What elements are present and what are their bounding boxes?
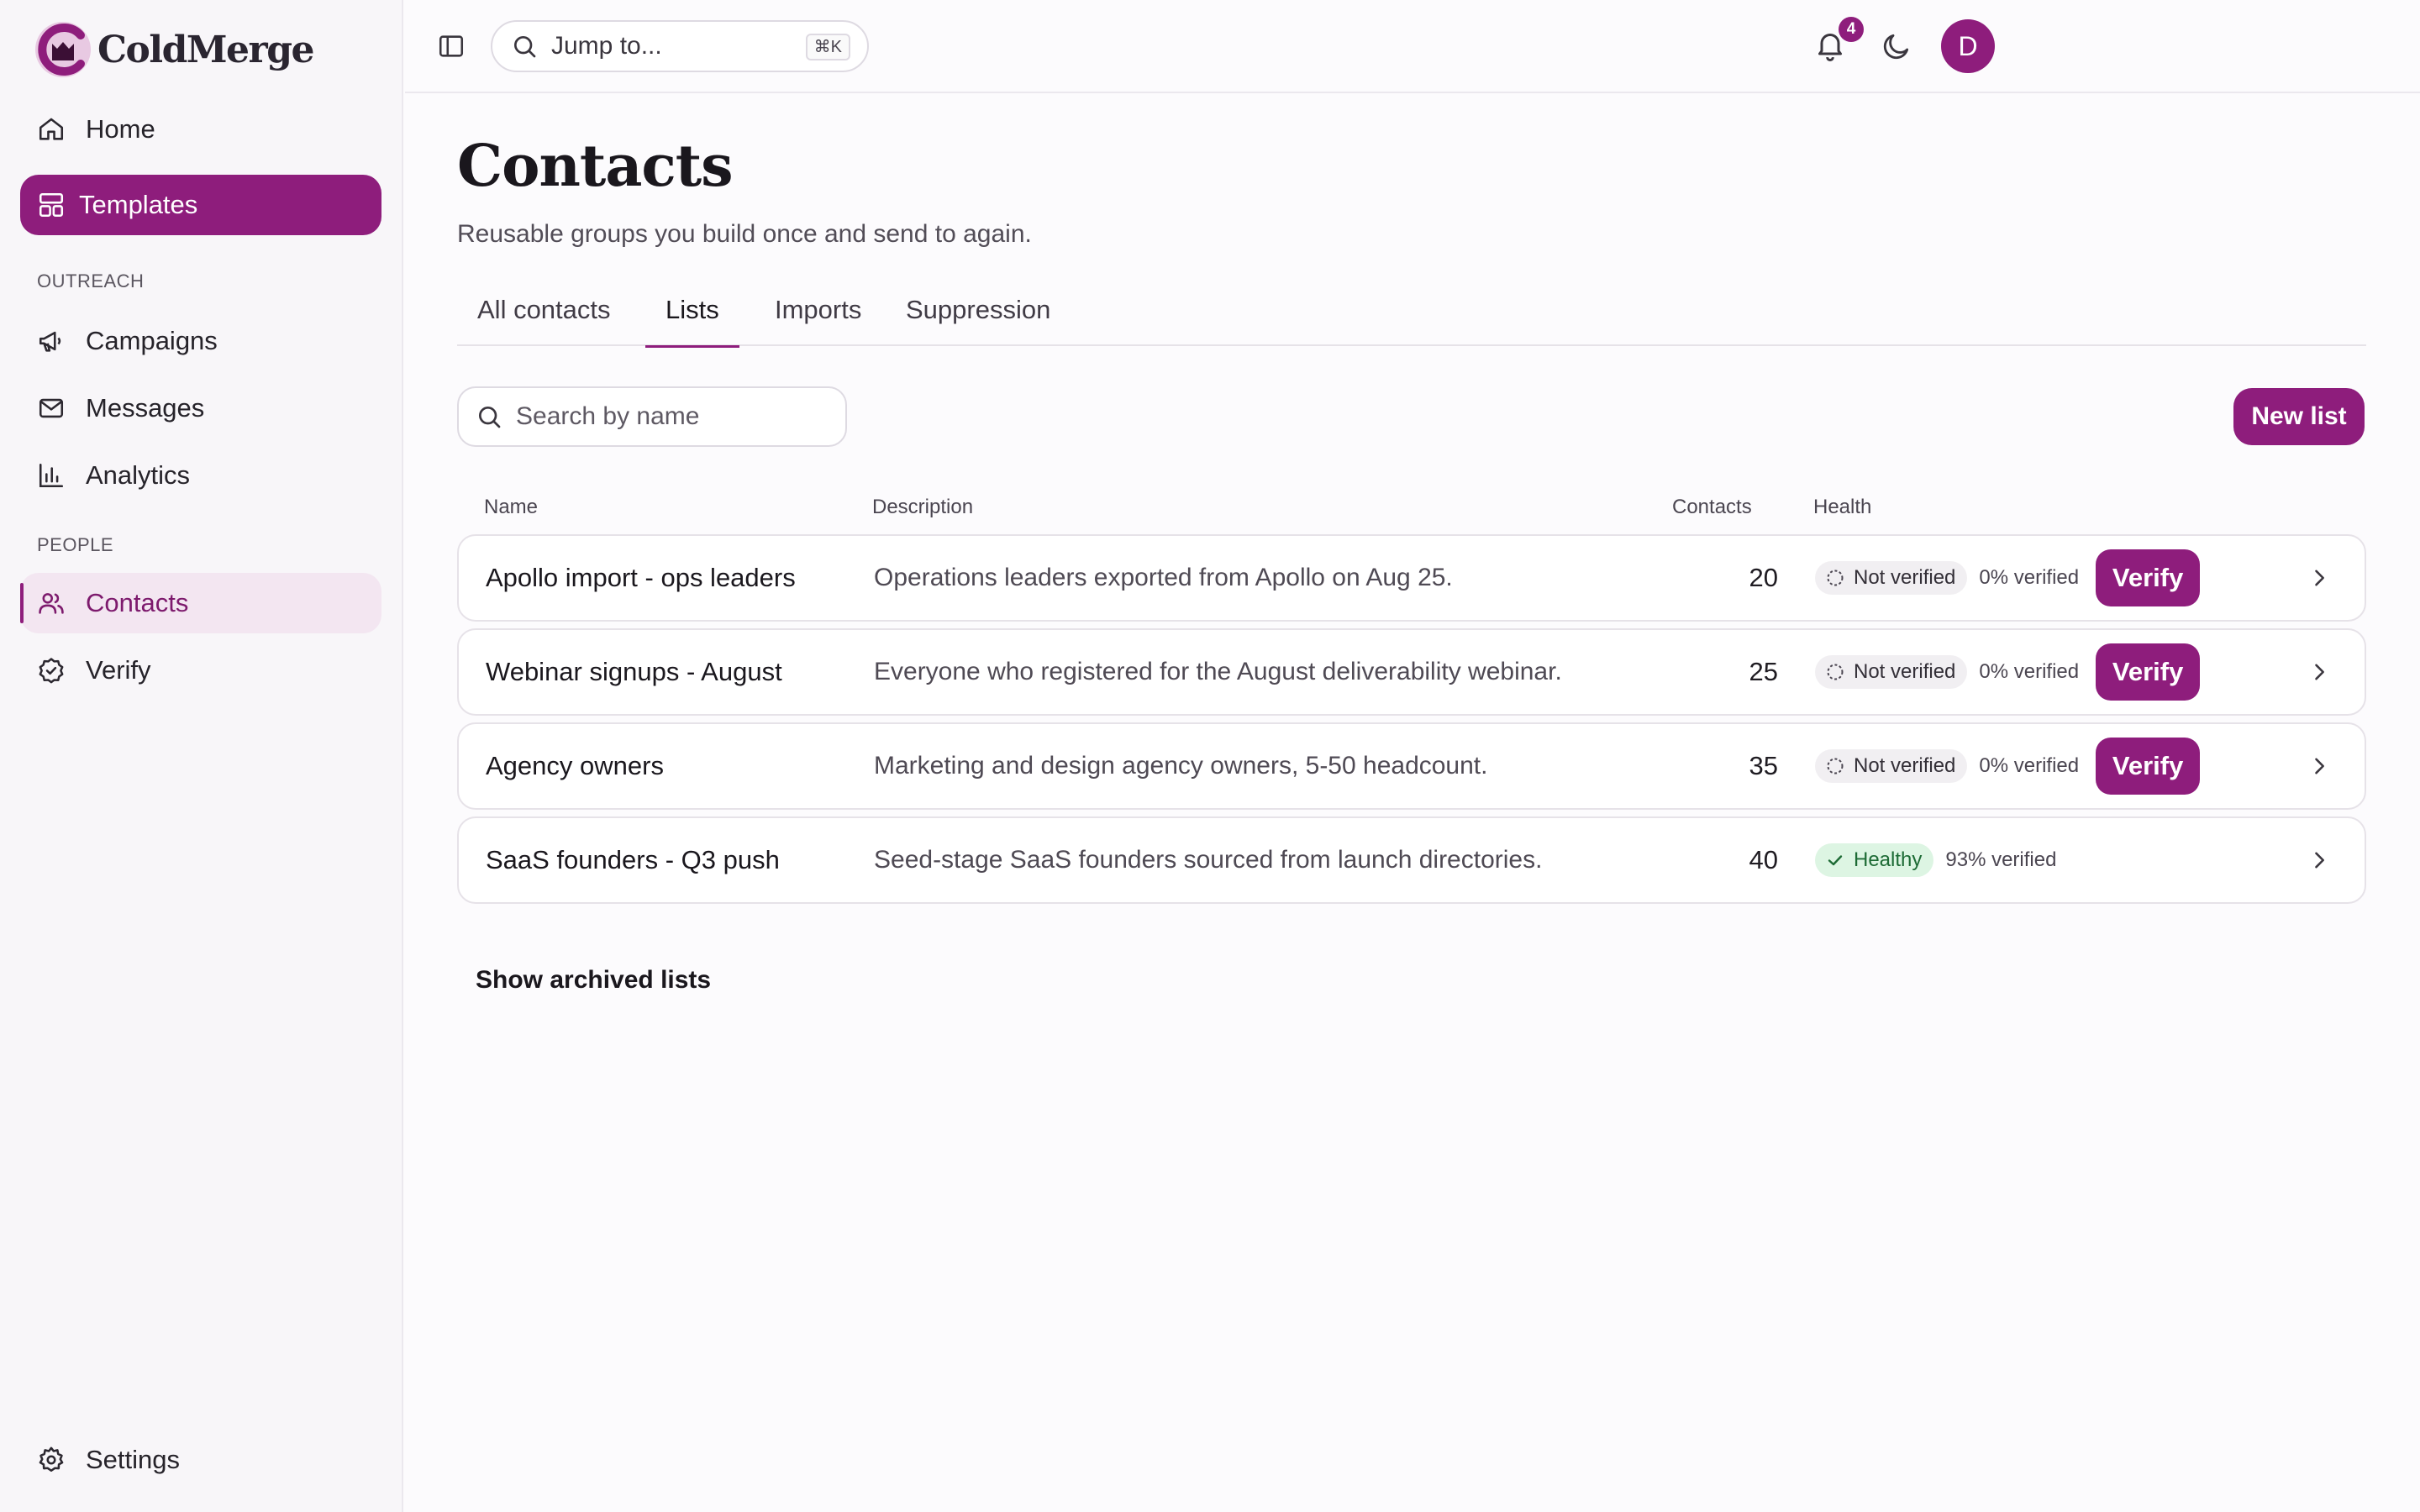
- list-description: Seed-stage SaaS founders sourced from la…: [874, 846, 1543, 874]
- verify-button[interactable]: Verify: [2096, 549, 2201, 606]
- logo[interactable]: ColdMerge: [32, 18, 315, 81]
- table-row[interactable]: Webinar signups - August Everyone who re…: [457, 628, 2366, 716]
- health-cell: Healthy 93% verified: [1815, 818, 2056, 902]
- check-circle-icon: [37, 656, 66, 685]
- sidebar: ColdMerge Home Templates OUTREACH Campai…: [0, 0, 403, 1512]
- tab-all-contacts[interactable]: All contacts: [457, 282, 631, 346]
- list-name: SaaS founders - Q3 push: [486, 845, 780, 874]
- column-header-health: Health: [1813, 496, 1872, 518]
- table-row[interactable]: SaaS founders - Q3 push Seed-stage SaaS …: [457, 816, 2366, 904]
- logo-mark-icon: [35, 22, 91, 77]
- search-input[interactable]: [516, 402, 818, 431]
- sidebar-item-label: Messages: [86, 393, 205, 423]
- sidebar-item-verify[interactable]: Verify: [20, 640, 381, 701]
- home-icon: [37, 115, 66, 144]
- list-description: Operations leaders exported from Apollo …: [874, 564, 1453, 591]
- section-title-people: PEOPLE: [37, 534, 114, 555]
- megaphone-icon: [37, 327, 66, 355]
- health-cell: Not verified 0% verified Verify: [1815, 724, 2201, 808]
- column-header-description: Description: [872, 496, 974, 518]
- list-description: Marketing and design agency owners, 5-50…: [874, 752, 1488, 780]
- app-name: ColdMerge: [97, 28, 315, 71]
- new-list-button[interactable]: New list: [2233, 388, 2365, 445]
- table-row[interactable]: Agency owners Marketing and design agenc…: [457, 722, 2366, 810]
- sidebar-item-label: Analytics: [86, 460, 191, 490]
- verified-percent: 0% verified: [1979, 754, 2080, 777]
- dashed-circle-icon: [1827, 758, 1844, 774]
- status-badge: Healthy: [1815, 843, 1934, 877]
- bar-chart-icon: [37, 461, 66, 490]
- status-label: Healthy: [1854, 848, 1923, 871]
- chevron-right-icon[interactable]: [2307, 566, 2331, 590]
- jump-to-search[interactable]: Jump to... ⌘K: [491, 20, 869, 72]
- page-title: Contacts: [457, 133, 733, 200]
- list-name: Webinar signups - August: [486, 657, 782, 686]
- health-cell: Not verified 0% verified Verify: [1815, 630, 2201, 714]
- status-badge: Not verified: [1815, 749, 1968, 783]
- sidebar-item-label: Templates: [79, 190, 198, 219]
- list-contacts-count: 35: [1749, 751, 1778, 780]
- tab-imports[interactable]: Imports: [755, 282, 881, 346]
- avatar[interactable]: D: [1941, 19, 1995, 73]
- list-search[interactable]: [457, 386, 847, 447]
- tab-lists[interactable]: Lists: [645, 282, 739, 348]
- dashed-circle-icon: [1827, 664, 1844, 680]
- section-title-outreach: OUTREACH: [37, 270, 145, 291]
- list-name: Agency owners: [486, 751, 664, 780]
- search-icon: [514, 36, 536, 58]
- template-icon: [37, 191, 66, 219]
- sidebar-item-label: Verify: [86, 655, 151, 685]
- jump-to-label: Jump to...: [551, 32, 662, 60]
- sidebar-item-label: Contacts: [86, 588, 189, 617]
- chevron-right-icon[interactable]: [2307, 660, 2331, 684]
- status-label: Not verified: [1854, 660, 1956, 683]
- status-label: Not verified: [1854, 566, 1956, 589]
- chevron-right-icon[interactable]: [2307, 754, 2331, 778]
- sidebar-item-contacts[interactable]: Contacts: [20, 573, 381, 633]
- keyboard-shortcut: ⌘K: [805, 34, 850, 60]
- mail-icon: [37, 394, 66, 423]
- notification-badge: 4: [1839, 17, 1864, 42]
- page-subtitle: Reusable groups you build once and send …: [457, 220, 1032, 248]
- verify-button[interactable]: Verify: [2096, 643, 2201, 701]
- sidebar-item-label: Home: [86, 114, 155, 144]
- list-contacts-count: 20: [1749, 563, 1778, 592]
- list-contacts-count: 25: [1749, 657, 1778, 686]
- sidebar-item-campaigns[interactable]: Campaigns: [20, 311, 381, 371]
- verified-percent: 0% verified: [1979, 660, 2080, 683]
- column-header-name: Name: [484, 496, 539, 518]
- tab-bar: All contacts Lists Imports Suppression: [457, 282, 2366, 348]
- column-header-contacts: Contacts: [1672, 496, 1752, 518]
- verified-percent: 93% verified: [1945, 848, 2057, 871]
- gear-icon: [37, 1446, 66, 1474]
- sidebar-item-home[interactable]: Home: [20, 99, 381, 160]
- sidebar-item-messages[interactable]: Messages: [20, 378, 381, 438]
- sidebar-toggle-icon[interactable]: [437, 32, 466, 60]
- sidebar-item-analytics[interactable]: Analytics: [20, 445, 381, 506]
- check-icon: [1828, 855, 1843, 866]
- show-archived-lists-link[interactable]: Show archived lists: [476, 966, 711, 995]
- topbar: Jump to... ⌘K 4 D: [405, 0, 2420, 93]
- sidebar-item-label: Campaigns: [86, 326, 218, 355]
- search-icon: [479, 407, 501, 428]
- verified-percent: 0% verified: [1979, 566, 2080, 589]
- sidebar-item-settings[interactable]: Settings: [20, 1430, 381, 1490]
- tab-suppression[interactable]: Suppression: [886, 282, 1071, 346]
- list-contacts-count: 40: [1749, 845, 1778, 874]
- users-icon: [37, 589, 66, 617]
- chevron-right-icon[interactable]: [2307, 848, 2331, 872]
- dashed-circle-icon: [1827, 570, 1844, 586]
- table-row[interactable]: Apollo import - ops leaders Operations l…: [457, 534, 2366, 622]
- status-badge: Not verified: [1815, 655, 1968, 689]
- health-cell: Not verified 0% verified Verify: [1815, 536, 2201, 620]
- sidebar-item-templates[interactable]: Templates: [20, 175, 381, 235]
- status-label: Not verified: [1854, 754, 1956, 777]
- list-description: Everyone who registered for the August d…: [874, 658, 1562, 685]
- moon-icon[interactable]: [1881, 30, 1912, 62]
- status-badge: Not verified: [1815, 561, 1968, 595]
- sidebar-item-label: Settings: [86, 1445, 181, 1474]
- verify-button[interactable]: Verify: [2096, 738, 2201, 795]
- list-name: Apollo import - ops leaders: [486, 563, 796, 592]
